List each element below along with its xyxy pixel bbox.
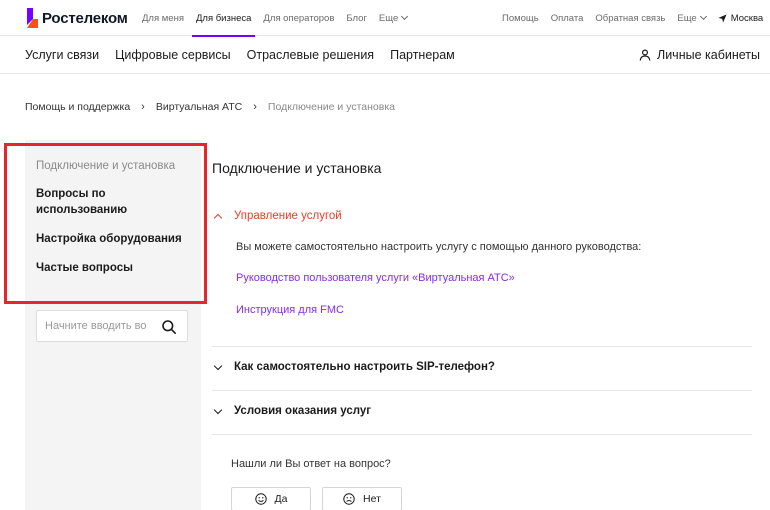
secnav-item-partners[interactable]: Партнерам	[390, 48, 455, 62]
secnav-item-industry[interactable]: Отраслевые решения	[247, 48, 374, 62]
nav-for-business-label: Для бизнеса	[195, 12, 252, 24]
nav-blog[interactable]: Блог	[340, 0, 373, 36]
divider	[212, 346, 752, 347]
personal-accounts-link[interactable]: Личные кабинеты	[639, 36, 760, 74]
accordion-description: Вы можете самостоятельно настроить услуг…	[236, 241, 642, 253]
chevron-down-icon	[401, 12, 409, 21]
breadcrumb-current: Подключение и установка	[267, 101, 395, 113]
search-input[interactable]	[45, 311, 155, 341]
nav-help-label: Помощь	[502, 12, 539, 24]
nav-more-dropdown[interactable]: Еще	[373, 0, 413, 36]
chevron-down-icon	[213, 361, 223, 370]
feedback-no-button[interactable]: Нет	[322, 487, 402, 510]
location-arrow-icon	[718, 13, 727, 23]
nav-help[interactable]: Помощь	[496, 0, 545, 36]
sidebar-item-connection[interactable]: Подключение и установка	[36, 158, 175, 174]
city-selector[interactable]: Москва	[712, 0, 769, 36]
nav-payment[interactable]: Оплата	[545, 0, 590, 36]
chevron-down-icon	[213, 405, 223, 414]
accordion-title: Как самостоятельно настроить SIP-телефон…	[234, 361, 495, 373]
rostelecom-logo-icon	[27, 8, 38, 28]
sidebar: Подключение и установка Вопросы по испол…	[25, 140, 201, 510]
accordion-title: Управление услугой	[234, 210, 342, 222]
main-content: Подключение и установка Управление услуг…	[201, 140, 770, 510]
nav-more-right-dropdown[interactable]: Еще	[671, 0, 711, 36]
brand-name: Ростелеком	[42, 9, 128, 27]
feedback-question: Нашли ли Вы ответ на вопрос?	[231, 458, 391, 470]
nav-for-me[interactable]: Для меня	[136, 0, 190, 36]
segment-nav: Для меня Для бизнеса Для операторов Блог…	[136, 0, 413, 37]
accordion-header-sip-phone[interactable]: Как самостоятельно настроить SIP-телефон…	[213, 361, 495, 373]
city-label: Москва	[730, 12, 764, 24]
nav-more-label: Еще	[378, 12, 399, 24]
nav-payment-label: Оплата	[550, 12, 584, 24]
chevron-right-icon: ›	[141, 101, 145, 113]
sidebar-search	[36, 310, 188, 342]
divider	[212, 390, 752, 391]
accordion-header-service-terms[interactable]: Условия оказания услуг	[213, 405, 372, 417]
sidebar-item-equipment[interactable]: Настройка оборудования	[36, 231, 182, 247]
accordion-header-service-management[interactable]: Управление услугой	[213, 210, 342, 222]
sidebar-item-usage[interactable]: Вопросы по использованию	[36, 186, 156, 218]
breadcrumb-virtual-pbx[interactable]: Виртуальная АТС	[156, 101, 242, 113]
smile-icon	[254, 493, 267, 505]
user-icon	[639, 49, 651, 61]
utility-nav: Помощь Оплата Обратная связь Еще Москва	[496, 0, 769, 36]
nav-blog-label: Блог	[346, 12, 367, 24]
nav-feedback[interactable]: Обратная связь	[589, 0, 671, 36]
sidebar-item-faq[interactable]: Частые вопросы	[36, 260, 133, 276]
category-nav: Услуги связи Цифровые сервисы Отраслевые…	[0, 36, 770, 74]
accordion-title: Условия оказания услуг	[234, 405, 372, 417]
secnav-item-digital[interactable]: Цифровые сервисы	[115, 48, 230, 62]
chevron-right-icon: ›	[253, 101, 257, 113]
feedback-yes-button[interactable]: Да	[231, 487, 311, 510]
top-bar: Ростелеком Для меня Для бизнеса Для опер…	[0, 0, 770, 37]
nav-for-business[interactable]: Для бизнеса	[190, 0, 257, 37]
nav-feedback-label: Обратная связь	[595, 12, 666, 24]
link-user-guide[interactable]: Руководство пользователя услуги «Виртуал…	[236, 272, 515, 284]
breadcrumb-help[interactable]: Помощь и поддержка	[25, 101, 130, 113]
sad-face-icon	[343, 493, 355, 505]
secnav-item-communication[interactable]: Услуги связи	[25, 48, 99, 62]
brand-logo[interactable]: Ростелеком	[25, 6, 128, 30]
link-fmc-instructions[interactable]: Инструкция для FMC	[236, 304, 344, 316]
breadcrumb: Помощь и поддержка › Виртуальная АТС › П…	[25, 101, 395, 113]
nav-for-operators-label: Для операторов	[263, 12, 335, 24]
chevron-up-icon	[213, 213, 223, 222]
feedback-no-label: Нет	[363, 493, 381, 505]
nav-for-operators[interactable]: Для операторов	[257, 0, 340, 36]
divider	[212, 434, 752, 435]
page-title: Подключение и установка	[212, 160, 382, 176]
personal-accounts-label: Личные кабинеты	[657, 48, 760, 62]
search-icon[interactable]	[161, 319, 177, 335]
chevron-down-icon	[699, 12, 707, 21]
nav-more-right-label: Еще	[677, 12, 697, 24]
feedback-yes-label: Да	[274, 493, 288, 505]
nav-for-me-label: Для меня	[142, 12, 184, 24]
